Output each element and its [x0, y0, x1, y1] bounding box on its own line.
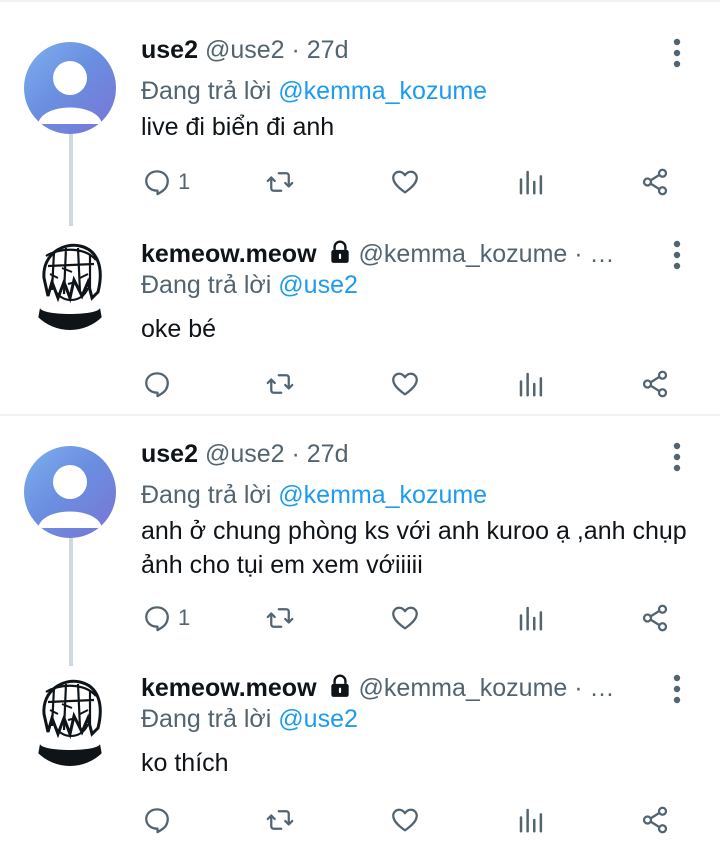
- share-button[interactable]: [640, 162, 670, 202]
- heart-icon: [392, 808, 418, 832]
- analytics-icon: [519, 372, 543, 397]
- retweet-icon: [266, 374, 294, 394]
- lock-icon: [330, 674, 349, 697]
- tweet-actions: [0, 364, 720, 404]
- user-handle[interactable]: @use2: [205, 440, 285, 468]
- lock-icon: [330, 240, 349, 263]
- tweet-time[interactable]: · 27d: [291, 36, 348, 64]
- analytics-button[interactable]: [516, 162, 546, 202]
- retweet-button[interactable]: [265, 162, 295, 202]
- replying-to-prefix: Đang trả lời: [141, 271, 272, 299]
- tweet-text: anh ở chung phòng ks với anh kuroo ạ ,an…: [141, 517, 687, 579]
- tweet-text: ko thích: [141, 749, 229, 777]
- analytics-icon: [519, 606, 543, 631]
- reply-button[interactable]: [142, 364, 178, 404]
- more-options-icon[interactable]: [666, 440, 688, 474]
- retweet-button[interactable]: [265, 364, 295, 404]
- heart-icon: [392, 606, 418, 630]
- user-handle[interactable]: @kemma_kozume · …: [359, 674, 615, 702]
- sketch-avatar-icon: [24, 674, 116, 766]
- more-options-icon[interactable]: [666, 672, 688, 706]
- heart-icon: [392, 170, 418, 194]
- like-button[interactable]: [390, 800, 420, 840]
- thread-divider: [0, 414, 720, 416]
- tweet-time[interactable]: · 27d: [291, 440, 348, 468]
- default-avatar-icon: [38, 465, 102, 528]
- retweet-icon: [266, 810, 294, 830]
- replying-to-prefix: Đang trả lời: [141, 705, 272, 733]
- replying-to: Đang trả lời @kemma_kozume: [141, 478, 487, 512]
- reply-button[interactable]: [142, 800, 178, 840]
- avatar[interactable]: [24, 674, 116, 766]
- reply-count: 1: [178, 169, 191, 194]
- tweet-header: use2 @use2 · 27d: [141, 434, 644, 474]
- analytics-button[interactable]: [516, 800, 546, 840]
- tweet-text: live đi biển đi anh: [141, 113, 335, 141]
- user-handle[interactable]: @kemma_kozume · …: [359, 240, 615, 268]
- share-icon: [642, 806, 668, 834]
- avatar[interactable]: [24, 42, 116, 134]
- retweet-icon: [266, 608, 294, 628]
- share-icon: [642, 604, 668, 632]
- display-name[interactable]: kemeow.meow: [141, 674, 317, 702]
- share-icon: [642, 168, 668, 196]
- replying-to-handle[interactable]: @kemma_kozume: [278, 481, 487, 509]
- avatar[interactable]: [24, 446, 116, 538]
- like-button[interactable]: [390, 364, 420, 404]
- reply-icon: [145, 170, 169, 196]
- replying-to-handle[interactable]: @kemma_kozume: [278, 77, 487, 105]
- more-options-icon[interactable]: [666, 36, 688, 70]
- analytics-icon: [519, 808, 543, 833]
- tweet-item[interactable]: use2 @use2 · 27d Đang trả lời @kemma_koz…: [0, 434, 720, 666]
- like-button[interactable]: [390, 598, 420, 638]
- replying-to: Đang trả lời @use2: [141, 268, 358, 302]
- tweet-item[interactable]: kemeow.meow @kemma_kozume · … Đang trả lờ…: [0, 232, 720, 412]
- replying-to-handle[interactable]: @use2: [278, 271, 358, 299]
- display-name[interactable]: use2: [141, 440, 198, 468]
- tweet-actions: 1: [0, 162, 720, 202]
- reply-icon: [145, 606, 169, 632]
- reply-count: 1: [178, 605, 191, 630]
- display-name[interactable]: use2: [141, 36, 198, 64]
- user-handle[interactable]: @use2: [205, 36, 285, 64]
- reply-icon: [145, 808, 169, 834]
- tweet-item[interactable]: use2 @use2 · 27d Đang trả lời @kemma_koz…: [0, 30, 720, 226]
- tweet-item[interactable]: kemeow.meow @kemma_kozume · … Đang trả lờ…: [0, 668, 720, 842]
- share-button[interactable]: [640, 598, 670, 638]
- display-name[interactable]: kemeow.meow: [141, 240, 317, 268]
- tweet-actions: [0, 800, 720, 840]
- top-divider: [0, 0, 720, 2]
- analytics-button[interactable]: [516, 364, 546, 404]
- reply-button[interactable]: 1: [142, 162, 190, 202]
- replying-to: Đang trả lời @kemma_kozume: [141, 74, 487, 108]
- retweet-button[interactable]: [265, 800, 295, 840]
- reply-button[interactable]: 1: [142, 598, 190, 638]
- replying-to: Đang trả lời @use2: [141, 702, 358, 736]
- share-button[interactable]: [640, 800, 670, 840]
- tweet-header: use2 @use2 · 27d: [141, 30, 644, 70]
- more-options-icon[interactable]: [666, 238, 688, 272]
- replying-to-prefix: Đang trả lời: [141, 481, 272, 509]
- analytics-button[interactable]: [516, 598, 546, 638]
- replying-to-handle[interactable]: @use2: [278, 705, 358, 733]
- avatar[interactable]: [24, 238, 116, 330]
- analytics-icon: [519, 170, 543, 195]
- share-button[interactable]: [640, 364, 670, 404]
- replying-to-prefix: Đang trả lời: [141, 77, 272, 105]
- sketch-avatar-icon: [24, 238, 116, 330]
- tweet-text: oke bé: [141, 315, 217, 343]
- default-avatar-icon: [38, 61, 102, 124]
- tweet-actions: 1: [0, 598, 720, 638]
- retweet-icon: [266, 172, 294, 192]
- retweet-button[interactable]: [265, 598, 295, 638]
- reply-icon: [145, 372, 169, 398]
- like-button[interactable]: [390, 162, 420, 202]
- heart-icon: [392, 372, 418, 396]
- share-icon: [642, 370, 668, 398]
